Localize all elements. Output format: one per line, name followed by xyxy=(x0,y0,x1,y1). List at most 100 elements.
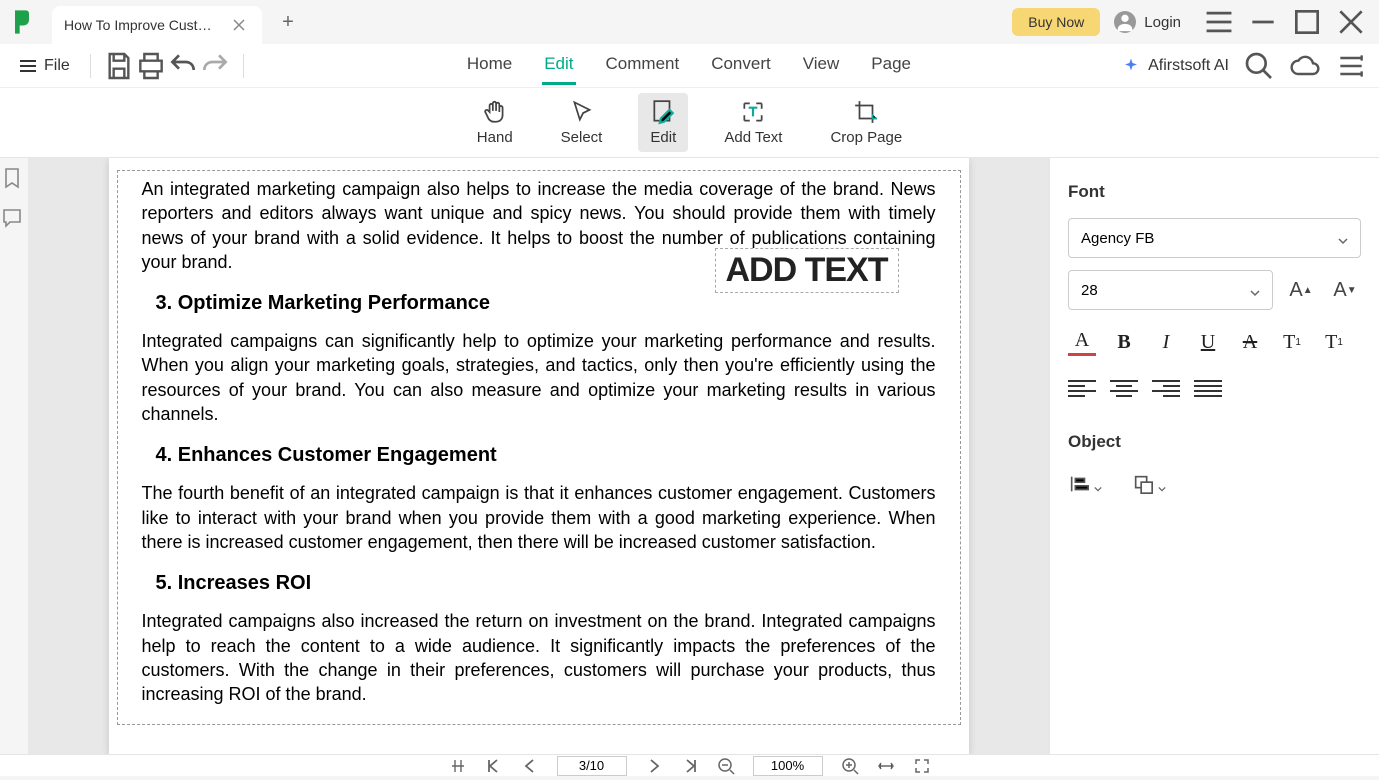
fit-page-icon[interactable] xyxy=(449,757,467,775)
chevron-down-icon xyxy=(1158,480,1166,488)
buy-now-button[interactable]: Buy Now xyxy=(1012,8,1100,36)
font-size-select[interactable]: 28 xyxy=(1068,270,1273,310)
menu-comment[interactable]: Comment xyxy=(604,46,682,85)
fullscreen-icon[interactable] xyxy=(913,757,931,775)
hand-tool[interactable]: Hand xyxy=(465,93,525,152)
cloud-icon[interactable] xyxy=(1289,50,1321,82)
paragraph[interactable]: Integrated campaigns also increased the … xyxy=(142,609,936,706)
select-label: Select xyxy=(561,129,603,146)
menu-home[interactable]: Home xyxy=(465,46,514,85)
italic-button[interactable]: I xyxy=(1152,328,1180,356)
avatar-icon xyxy=(1114,11,1136,33)
prev-page-icon[interactable] xyxy=(521,757,539,775)
zoom-input[interactable] xyxy=(753,756,823,776)
menu-page[interactable]: Page xyxy=(869,46,913,85)
search-icon[interactable] xyxy=(1243,50,1275,82)
close-window-button[interactable] xyxy=(1331,6,1371,38)
next-page-icon[interactable] xyxy=(645,757,663,775)
underline-button[interactable]: U xyxy=(1194,328,1222,356)
sparkle-icon xyxy=(1122,57,1140,75)
bold-button[interactable]: B xyxy=(1110,328,1138,356)
undo-icon[interactable] xyxy=(167,50,199,82)
cursor-icon xyxy=(569,99,595,125)
align-justify-button[interactable] xyxy=(1194,374,1222,402)
strikethrough-button[interactable]: A xyxy=(1236,328,1264,356)
font-family-value: Agency FB xyxy=(1081,230,1154,247)
panel-toggle-icon[interactable] xyxy=(1335,50,1367,82)
font-section-title: Font xyxy=(1068,182,1361,202)
decrease-font-icon[interactable]: A▼ xyxy=(1329,274,1361,306)
close-tab-icon[interactable] xyxy=(232,18,246,32)
heading-3[interactable]: 3. Optimize Marketing Performance xyxy=(156,292,936,315)
ai-label: Afirstsoft AI xyxy=(1148,57,1229,75)
left-rail xyxy=(0,158,28,754)
titlebar: How To Improve Custo... * + Buy Now Logi… xyxy=(0,0,1379,44)
chevron-down-icon xyxy=(1094,480,1102,488)
paragraph[interactable]: Integrated campaigns can significantly h… xyxy=(142,329,936,426)
align-right-button[interactable] xyxy=(1152,374,1180,402)
menu-edit[interactable]: Edit xyxy=(542,46,575,85)
font-size-value: 28 xyxy=(1081,282,1098,299)
object-section-title: Object xyxy=(1068,432,1361,452)
heading-4[interactable]: 4. Enhances Customer Engagement xyxy=(156,444,936,467)
file-menu[interactable]: File xyxy=(12,53,78,79)
bookmark-icon[interactable] xyxy=(0,166,24,190)
align-left-button[interactable] xyxy=(1068,374,1096,402)
page: An integrated marketing campaign also he… xyxy=(109,158,969,754)
hamburger-icon xyxy=(20,60,36,72)
file-label: File xyxy=(44,57,70,75)
arrange-objects-button[interactable] xyxy=(1132,468,1172,500)
document-canvas[interactable]: An integrated marketing campaign also he… xyxy=(28,158,1049,754)
zoom-in-icon[interactable] xyxy=(841,757,859,775)
add-text-label: Add Text xyxy=(724,129,782,146)
paragraph[interactable]: The fourth benefit of an integrated camp… xyxy=(142,481,936,554)
font-family-select[interactable]: Agency FB xyxy=(1068,218,1361,258)
font-color-button[interactable]: A xyxy=(1068,328,1096,356)
menubar: File Home Edit Comment Convert View Page… xyxy=(0,44,1379,88)
document-tab[interactable]: How To Improve Custo... * xyxy=(52,6,262,44)
save-icon[interactable] xyxy=(103,50,135,82)
crop-label: Crop Page xyxy=(830,129,902,146)
chevron-down-icon xyxy=(1250,285,1260,295)
edit-label: Edit xyxy=(650,129,676,146)
chevron-down-icon xyxy=(1338,233,1348,243)
statusbar xyxy=(0,754,1379,776)
hand-icon xyxy=(482,99,508,125)
hand-label: Hand xyxy=(477,129,513,146)
select-tool[interactable]: Select xyxy=(549,93,615,152)
app-logo xyxy=(8,8,36,36)
align-center-button[interactable] xyxy=(1110,374,1138,402)
heading-5[interactable]: 5. Increases ROI xyxy=(156,572,936,595)
align-objects-button[interactable] xyxy=(1068,468,1108,500)
maximize-button[interactable] xyxy=(1287,6,1327,38)
fit-width-icon[interactable] xyxy=(877,757,895,775)
page-number-input[interactable] xyxy=(557,756,627,776)
tab-title: How To Improve Custo... * xyxy=(64,17,214,33)
crop-tool[interactable]: Crop Page xyxy=(818,93,914,152)
edit-tool[interactable]: Edit xyxy=(638,93,688,152)
ai-button[interactable]: Afirstsoft AI xyxy=(1122,57,1229,75)
edit-page-icon xyxy=(650,99,676,125)
menu-icon[interactable] xyxy=(1199,6,1239,38)
login-button[interactable]: Login xyxy=(1114,11,1181,33)
subscript-button[interactable]: T1 xyxy=(1320,328,1348,356)
last-page-icon[interactable] xyxy=(681,757,699,775)
redo-icon[interactable] xyxy=(199,50,231,82)
superscript-button[interactable]: T1 xyxy=(1278,328,1306,356)
comment-rail-icon[interactable] xyxy=(0,206,24,230)
add-text-placeholder[interactable]: ADD TEXT xyxy=(715,248,899,293)
zoom-out-icon[interactable] xyxy=(717,757,735,775)
increase-font-icon[interactable]: A▲ xyxy=(1285,274,1317,306)
properties-panel: Font Agency FB 28 A▲ A▼ A B I U A T1 T1 xyxy=(1049,158,1379,754)
new-tab-button[interactable]: + xyxy=(274,8,302,36)
menu-view[interactable]: View xyxy=(801,46,842,85)
add-text-tool[interactable]: Add Text xyxy=(712,93,794,152)
first-page-icon[interactable] xyxy=(485,757,503,775)
edit-toolbar: Hand Select Edit Add Text Crop Page xyxy=(0,88,1379,158)
crop-icon xyxy=(853,99,879,125)
menu-convert[interactable]: Convert xyxy=(709,46,773,85)
login-label: Login xyxy=(1144,14,1181,31)
minimize-button[interactable] xyxy=(1243,6,1283,38)
print-icon[interactable] xyxy=(135,50,167,82)
main-menu: Home Edit Comment Convert View Page xyxy=(256,46,1122,85)
